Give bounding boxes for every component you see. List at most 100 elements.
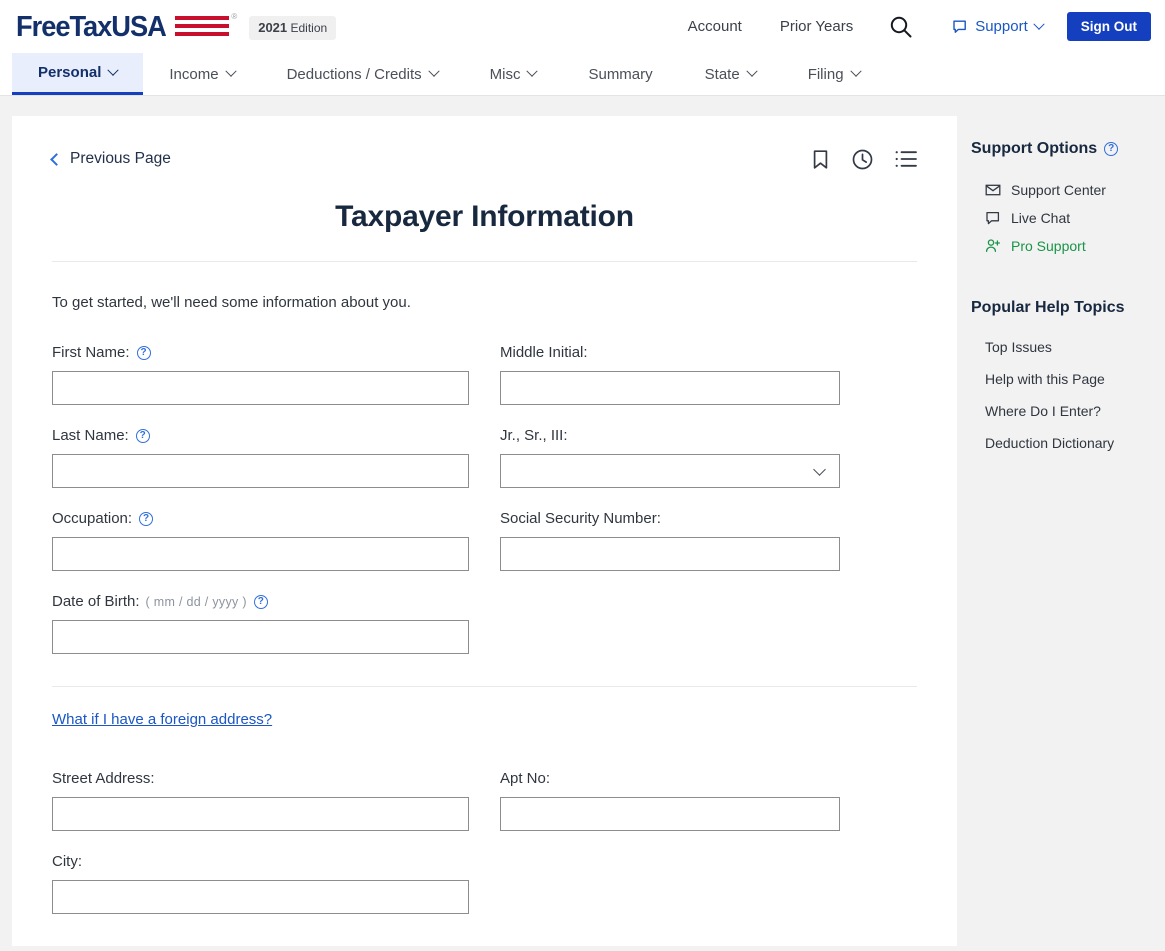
city-row-spacer	[500, 853, 840, 936]
tab-deductions-credits[interactable]: Deductions / Credits	[261, 53, 464, 95]
sidebar-item-live-chat[interactable]: Live Chat	[971, 204, 1165, 232]
tab-personal[interactable]: Personal	[12, 53, 144, 95]
street-address-input[interactable]	[52, 797, 469, 831]
street-address-label-row: Street Address:	[52, 770, 469, 788]
flag-stripes-icon	[175, 12, 230, 36]
page-title: Taxpayer Information	[335, 200, 634, 233]
edition-year: 2021	[258, 19, 288, 35]
dob-label: Date of Birth:	[52, 593, 140, 610]
last-name-input[interactable]	[52, 454, 469, 488]
first-name-label: First Name:	[52, 344, 130, 361]
city-label: City:	[52, 853, 82, 870]
chevron-down-icon	[107, 64, 120, 76]
live-chat-label: Live Chat	[1011, 210, 1071, 226]
bookmark-icon[interactable]	[811, 149, 830, 170]
chat-bubble-icon	[986, 211, 1000, 225]
first-name-label-row: First Name: ?	[52, 344, 469, 362]
list-icon[interactable]	[895, 150, 917, 168]
top-nav: Account Prior Years Support Sign Out	[669, 12, 1151, 41]
tab-personal-label: Personal	[38, 64, 102, 81]
previous-page-link[interactable]: Previous Page	[50, 150, 171, 168]
middle-initial-label-row: Middle Initial:	[500, 344, 840, 362]
chevron-down-icon	[427, 65, 440, 77]
help-icon[interactable]: ?	[136, 346, 151, 360]
person-plus-icon	[985, 239, 1001, 253]
apt-no-label-row: Apt No:	[500, 770, 840, 788]
nav-account[interactable]: Account	[669, 18, 761, 35]
registered-trademark-symbol: ®	[231, 11, 238, 21]
tab-filing-label: Filing	[807, 65, 844, 83]
previous-page-label: Previous Page	[70, 150, 171, 167]
street-address-label: Street Address:	[52, 770, 155, 787]
freetaxusa-logo[interactable]: FreeTaxUSA ®	[16, 12, 237, 42]
dob-label-row: Date of Birth: ( mm / dd / yyyy ) ?	[52, 593, 469, 611]
ssn-label: Social Security Number:	[500, 510, 661, 527]
apt-no-input[interactable]	[500, 797, 840, 831]
field-city: City:	[52, 853, 469, 914]
suffix-label-row: Jr., Sr., III:	[500, 427, 840, 445]
chevron-down-icon	[526, 65, 539, 77]
tab-misc-label: Misc	[489, 65, 521, 83]
sidebar-item-support-center[interactable]: Support Center	[971, 176, 1165, 204]
field-social-security-number: Social Security Number:	[500, 510, 840, 571]
city-input[interactable]	[52, 880, 469, 914]
main-content-card: Previous Page Taxpayer Information To ge…	[12, 116, 957, 946]
chevron-down-icon	[746, 65, 758, 77]
middle-initial-label: Middle Initial:	[500, 344, 588, 361]
pro-support-label: Pro Support	[1011, 238, 1086, 254]
tab-income-label: Income	[169, 65, 219, 83]
tab-summary[interactable]: Summary	[562, 53, 678, 95]
topic-where-do-i-enter[interactable]: Where Do I Enter?	[971, 395, 1165, 427]
popular-help-topics-title: Popular Help Topics	[971, 299, 1125, 316]
sidebar-item-pro-support[interactable]: Pro Support	[971, 232, 1165, 260]
field-apt-no: Apt No:	[500, 770, 840, 831]
top-header-bar: FreeTaxUSA ® 2021 Edition Account Prior …	[0, 0, 1165, 53]
field-middle-initial: Middle Initial:	[500, 344, 840, 405]
first-name-input[interactable]	[52, 371, 469, 405]
field-occupation: Occupation: ?	[52, 510, 469, 571]
logo-wordmark: FreeTaxUSA	[16, 10, 167, 43]
middle-initial-input[interactable]	[500, 371, 840, 405]
brand-area: FreeTaxUSA ® 2021 Edition	[16, 12, 337, 42]
envelope-icon	[985, 184, 1001, 196]
page-body: Previous Page Taxpayer Information To ge…	[0, 96, 1165, 946]
topic-top-issues[interactable]: Top Issues	[971, 331, 1165, 363]
tab-state[interactable]: State	[679, 53, 782, 95]
search-icon[interactable]	[872, 14, 930, 40]
sign-out-button[interactable]: Sign Out	[1066, 12, 1151, 41]
field-street-address: Street Address:	[52, 770, 469, 831]
edition-label: Edition	[290, 20, 328, 35]
suffix-select[interactable]	[500, 454, 840, 488]
ssn-input[interactable]	[500, 537, 840, 571]
help-icon[interactable]: ?	[253, 595, 268, 609]
card-header-row: Previous Page	[50, 142, 917, 176]
field-suffix: Jr., Sr., III:	[500, 427, 840, 488]
occupation-label-row: Occupation: ?	[52, 510, 469, 528]
nav-prior-years[interactable]: Prior Years	[761, 18, 872, 35]
field-last-name: Last Name: ?	[52, 427, 469, 488]
popular-help-topics-heading: Popular Help Topics	[971, 299, 1165, 317]
help-icon[interactable]: ?	[135, 429, 150, 443]
clock-icon[interactable]	[852, 149, 873, 170]
help-icon[interactable]: ?	[139, 512, 154, 526]
field-date-of-birth: Date of Birth: ( mm / dd / yyyy ) ?	[52, 593, 469, 654]
tab-income[interactable]: Income	[143, 53, 260, 95]
city-label-row: City:	[52, 853, 469, 871]
topic-deduction-dictionary[interactable]: Deduction Dictionary	[971, 427, 1165, 459]
occupation-input[interactable]	[52, 537, 469, 571]
tab-filing[interactable]: Filing	[782, 53, 886, 95]
field-first-name: First Name: ?	[52, 344, 469, 405]
intro-text: To get started, we'll need some informat…	[52, 294, 411, 311]
topic-help-with-this-page[interactable]: Help with this Page	[971, 363, 1165, 395]
last-name-label: Last Name:	[52, 427, 129, 444]
help-icon[interactable]: ?	[1104, 142, 1119, 156]
tab-misc[interactable]: Misc	[464, 53, 563, 95]
edition-badge: 2021 Edition	[249, 15, 337, 40]
dob-input[interactable]	[52, 620, 469, 654]
dob-row-spacer	[500, 593, 840, 676]
support-menu[interactable]: Support	[930, 18, 1059, 35]
chevron-down-icon	[849, 65, 862, 77]
support-label: Support	[975, 18, 1028, 35]
foreign-address-link[interactable]: What if I have a foreign address?	[52, 711, 272, 728]
support-options-heading: Support Options ?	[971, 140, 1165, 158]
